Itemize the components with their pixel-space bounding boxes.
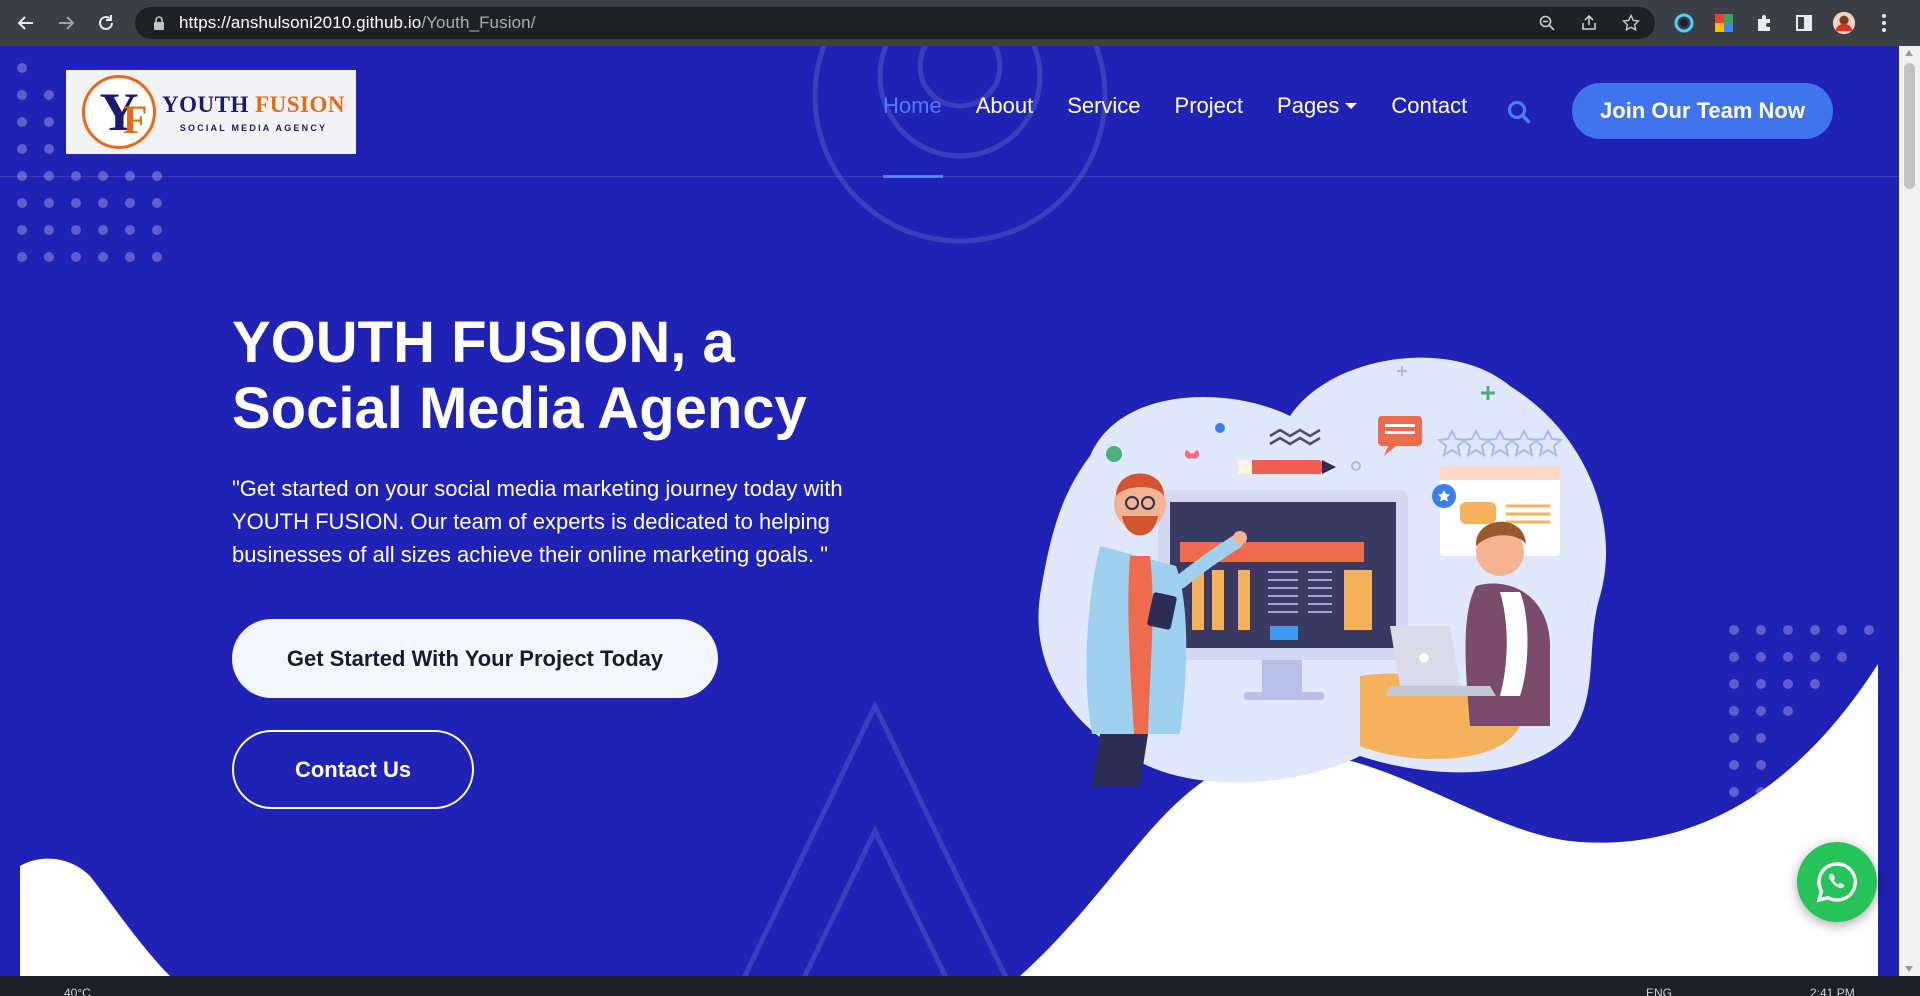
join-team-button[interactable]: Join Our Team Now — [1572, 83, 1833, 139]
nav-link-contact-label: Contact — [1391, 93, 1468, 118]
logo-tagline: SOCIAL MEDIA AGENCY — [179, 122, 328, 133]
menu-kebab-icon[interactable] — [1872, 11, 1896, 35]
caret-down-icon — [1345, 103, 1358, 109]
back-icon[interactable] — [6, 0, 46, 46]
contact-us-button[interactable]: Contact Us — [232, 730, 474, 809]
nav-link-pages-label: Pages — [1277, 93, 1340, 118]
page-viewport: Y F YOUTH FUSION SOCIAL MEDIA AGENCY Hom… — [0, 46, 1899, 976]
hero-title: YOUTH FUSION, a Social Media Agency — [232, 310, 807, 441]
forward-icon[interactable] — [46, 0, 86, 46]
os-taskbar: 40°C ENG 2:41 PM — [0, 976, 1920, 996]
taskbar-language: ENG — [1646, 986, 1673, 996]
nav-link-home[interactable]: Home — [883, 93, 942, 119]
whatsapp-icon — [1816, 862, 1857, 903]
nav-link-project[interactable]: Project — [1175, 93, 1243, 119]
header-divider — [0, 176, 1899, 177]
share-icon[interactable] — [1579, 13, 1599, 33]
extensions-puzzle-icon[interactable] — [1752, 11, 1776, 35]
nav-link-service-label: Service — [1067, 93, 1141, 118]
scroll-down-arrow-icon[interactable] — [1905, 966, 1913, 972]
profile-avatar[interactable] — [1832, 11, 1856, 35]
logo-initial-f: F — [123, 97, 148, 142]
vertical-scrollbar[interactable] — [1899, 46, 1920, 976]
nav-link-pages[interactable]: Pages — [1277, 93, 1358, 119]
hero-description: "Get started on your social media market… — [232, 476, 843, 567]
browser-toolbar: https://anshulsoni2010.github.io/Youth_F… — [0, 0, 1920, 46]
nav-link-service[interactable]: Service — [1067, 93, 1140, 119]
scroll-up-arrow-icon[interactable] — [1905, 50, 1913, 56]
side-panel-icon[interactable] — [1792, 11, 1816, 35]
zoom-icon[interactable] — [1537, 13, 1557, 33]
taskbar-weather: 40°C — [64, 986, 91, 996]
logo-name-part2: FUSION — [255, 91, 345, 117]
brand-logo[interactable]: Y F YOUTH FUSION SOCIAL MEDIA AGENCY — [66, 70, 356, 154]
taskbar-clock: 2:41 PM — [1810, 986, 1855, 996]
logo-emblem: Y F — [82, 75, 156, 149]
nav-link-about-label: About — [975, 93, 1034, 118]
multicolor-extension-icon[interactable] — [1712, 11, 1736, 35]
reload-icon[interactable] — [86, 0, 126, 46]
bookmark-star-icon[interactable] — [1621, 13, 1641, 33]
nav-link-about[interactable]: About — [976, 93, 1034, 119]
nav-link-contact[interactable]: Contact — [1391, 93, 1467, 119]
dot-pattern-right — [1729, 625, 1874, 824]
concentric-circles-decoration — [812, 46, 1108, 244]
whatsapp-chat-button[interactable] — [1797, 842, 1877, 922]
address-bar[interactable]: https://anshulsoni2010.github.io/Youth_F… — [135, 7, 1655, 39]
url-text: https://anshulsoni2010.github.io/Youth_F… — [179, 13, 536, 32]
nav-link-home-label: Home — [883, 93, 942, 118]
hero-illustration — [1038, 357, 1606, 786]
main-nav: Home About Service Project Pages Contact — [883, 93, 1501, 119]
scrollbar-thumb[interactable] — [1904, 63, 1915, 189]
search-icon[interactable] — [1505, 98, 1533, 126]
logo-name: YOUTH FUSION — [162, 92, 345, 118]
lock-icon — [154, 16, 164, 30]
color-picker-extension-icon[interactable] — [1672, 11, 1696, 35]
triangle-decoration — [742, 700, 1008, 976]
logo-name-part1: YOUTH — [162, 91, 249, 117]
get-started-button[interactable]: Get Started With Your Project Today — [232, 619, 718, 698]
nav-link-project-label: Project — [1174, 93, 1244, 118]
